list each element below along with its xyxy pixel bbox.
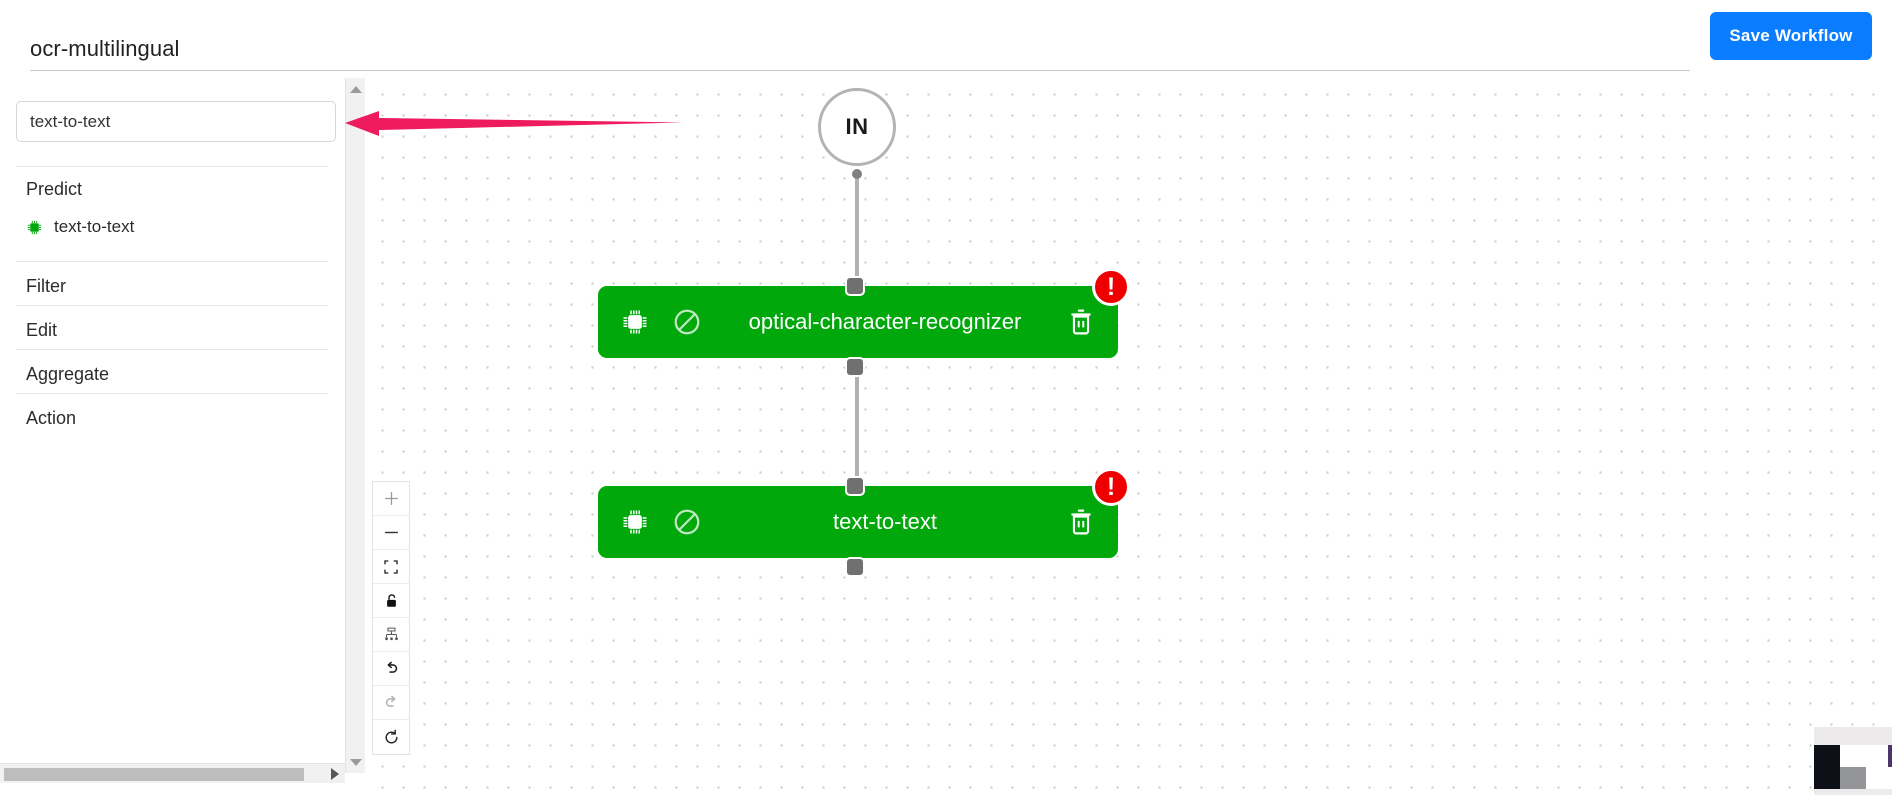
reset-button[interactable] bbox=[373, 720, 409, 754]
overlay-swatch bbox=[1814, 767, 1840, 789]
input-node[interactable]: IN bbox=[818, 88, 896, 166]
block-icon bbox=[674, 309, 700, 335]
node-ocr-input-port[interactable] bbox=[845, 276, 865, 296]
node-title: text-to-text bbox=[833, 509, 937, 534]
edge-ocr-to-text-to-text bbox=[855, 368, 859, 486]
overlay-swatch bbox=[1840, 745, 1892, 767]
node-title: optical-character-recognizer bbox=[748, 309, 1022, 334]
sidebar-item-text-to-text[interactable]: text-to-text bbox=[26, 217, 134, 237]
search-input[interactable] bbox=[16, 101, 336, 142]
sidebar-group-edit[interactable]: Edit bbox=[26, 320, 57, 341]
node-text-to-text-output-port[interactable] bbox=[845, 557, 865, 577]
block-icon bbox=[674, 509, 700, 535]
input-node-label: IN bbox=[845, 114, 869, 139]
trash-icon[interactable] bbox=[1068, 507, 1094, 537]
corner-overlay-panel bbox=[1814, 727, 1892, 795]
overlay-swatch bbox=[1888, 745, 1892, 767]
input-node-output-port[interactable] bbox=[852, 169, 862, 179]
divider bbox=[16, 393, 328, 394]
edge-in-to-ocr bbox=[855, 174, 859, 286]
node-text-to-text[interactable]: text-to-text bbox=[598, 486, 1118, 558]
zoom-out-icon bbox=[384, 531, 398, 534]
sidebar-item-label: text-to-text bbox=[54, 217, 135, 236]
zoom-in-icon bbox=[384, 492, 398, 505]
chip-icon bbox=[623, 310, 647, 334]
overlay-swatch bbox=[1814, 745, 1840, 767]
node-ocr-output-port[interactable] bbox=[845, 357, 865, 377]
node-optical-character-recognizer[interactable]: optical-character-recognizer bbox=[598, 286, 1118, 358]
sidebar-horizontal-scrollbar[interactable] bbox=[0, 763, 345, 783]
workflow-title-field[interactable]: ocr-multilingual bbox=[30, 36, 1690, 71]
overlay-swatch bbox=[1866, 767, 1892, 789]
scroll-right-arrow[interactable] bbox=[328, 767, 342, 781]
scroll-down-arrow[interactable] bbox=[346, 753, 366, 771]
reset-icon bbox=[385, 729, 398, 743]
sidebar-group-action[interactable]: Action bbox=[26, 408, 76, 429]
auto-layout-icon bbox=[384, 627, 398, 641]
fit-view-icon bbox=[384, 559, 398, 574]
lock-button[interactable] bbox=[373, 584, 409, 618]
trash-icon[interactable] bbox=[1068, 307, 1094, 337]
sidebar-group-aggregate[interactable]: Aggregate bbox=[26, 364, 109, 385]
overlay-swatch bbox=[1840, 767, 1866, 789]
node-text-to-text-input-port[interactable] bbox=[845, 476, 865, 496]
save-workflow-button[interactable]: Save Workflow bbox=[1710, 12, 1872, 60]
chip-icon bbox=[27, 220, 42, 234]
canvas-toolbar bbox=[372, 481, 410, 755]
lock-icon bbox=[386, 594, 396, 607]
divider bbox=[16, 166, 328, 167]
sidebar-group-filter[interactable]: Filter bbox=[26, 276, 66, 297]
divider bbox=[16, 305, 328, 306]
status-badge-error-text-to-text[interactable]: ! bbox=[1092, 468, 1130, 506]
zoom-in-button[interactable] bbox=[373, 482, 409, 516]
redo-icon bbox=[385, 695, 395, 707]
left-sidebar: Predict text-to-text Filter Edit Aggrega… bbox=[0, 78, 345, 795]
top-bar: ocr-multilingual Save Workflow bbox=[0, 0, 1892, 78]
chip-icon bbox=[623, 510, 647, 534]
undo-button[interactable] bbox=[373, 652, 409, 686]
redo-button[interactable] bbox=[373, 686, 409, 720]
auto-layout-button[interactable] bbox=[373, 618, 409, 652]
divider bbox=[16, 261, 328, 262]
sidebar-group-predict[interactable]: Predict bbox=[26, 179, 82, 200]
scroll-up-arrow[interactable] bbox=[346, 80, 366, 98]
workflow-canvas[interactable]: IN optical-character-recognizer ! text-t… bbox=[366, 78, 1892, 795]
sidebar-vertical-scrollbar[interactable] bbox=[345, 78, 365, 773]
zoom-out-button[interactable] bbox=[373, 516, 409, 550]
divider bbox=[16, 349, 328, 350]
undo-icon bbox=[387, 661, 397, 673]
fit-view-button[interactable] bbox=[373, 550, 409, 584]
scrollbar-thumb[interactable] bbox=[4, 768, 304, 781]
status-badge-error-ocr[interactable]: ! bbox=[1092, 268, 1130, 306]
